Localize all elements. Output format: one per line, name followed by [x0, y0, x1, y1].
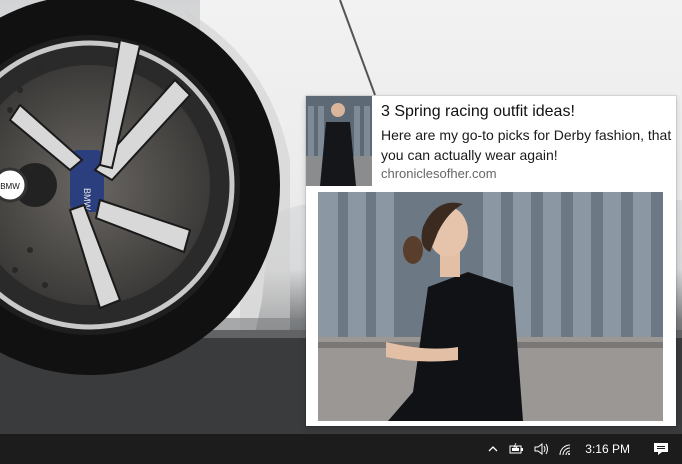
taskbar-clock[interactable]: 3:16 PM — [577, 434, 640, 464]
volume-icon[interactable] — [529, 434, 553, 464]
notification-hero-image — [318, 192, 663, 421]
action-center-icon[interactable] — [640, 434, 682, 464]
notification-toast[interactable]: 3 Spring racing outfit ideas! Here are m… — [306, 96, 676, 426]
wifi-icon[interactable] — [553, 434, 577, 464]
taskbar: 3:16 PM — [0, 434, 682, 464]
chevron-up-icon[interactable] — [481, 434, 505, 464]
notification-body: Here are my go-to picks for Derby fashio… — [381, 127, 672, 163]
notification-thumbnail — [306, 96, 372, 186]
notification-domain: chroniclesofher.com — [381, 166, 497, 181]
notification-title: 3 Spring racing outfit ideas! — [381, 103, 575, 120]
battery-icon[interactable] — [505, 434, 529, 464]
hub-badge-text: BMW — [0, 182, 20, 191]
system-tray: 3:16 PM — [481, 434, 682, 464]
